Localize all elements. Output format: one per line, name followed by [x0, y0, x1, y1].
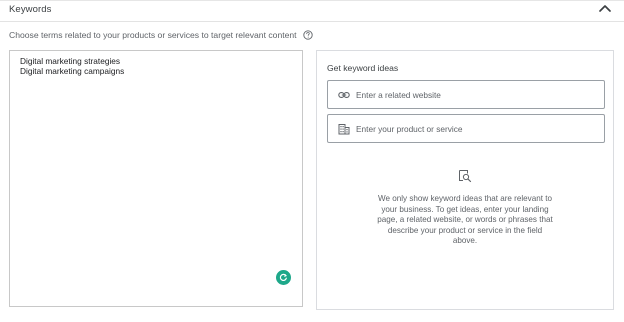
product-input[interactable]: Enter your product or service — [327, 114, 605, 143]
link-icon — [338, 91, 350, 98]
search-document-icon — [459, 170, 472, 183]
top-divider — [0, 0, 624, 1]
section-title: Keywords — [9, 4, 52, 15]
description-text: Choose terms related to your products or… — [9, 30, 297, 40]
refresh-icon — [279, 273, 287, 281]
empty-state-text: We only show keyword ideas that are rele… — [377, 194, 553, 246]
help-circle-icon[interactable] — [302, 30, 313, 40]
building-icon — [338, 123, 350, 134]
header-divider — [0, 21, 624, 22]
product-placeholder: Enter your product or service — [356, 123, 463, 134]
website-placeholder: Enter a related website — [356, 89, 441, 100]
keywords-section: Keywords Choose terms related to your pr… — [0, 0, 624, 322]
chevron-up-icon — [599, 5, 611, 12]
ideas-title: Get keyword ideas — [327, 63, 399, 73]
assistant-button[interactable] — [276, 270, 291, 285]
description-row: Choose terms related to your products or… — [9, 30, 313, 40]
keywords-text[interactable]: Digital marketing strategies Digital mar… — [20, 56, 290, 76]
website-input[interactable]: Enter a related website — [327, 80, 605, 109]
keywords-textarea[interactable]: Digital marketing strategies Digital mar… — [9, 50, 303, 307]
keyword-ideas-panel: Get keyword ideas Enter a related websit… — [316, 50, 614, 310]
collapse-button[interactable] — [597, 2, 613, 16]
